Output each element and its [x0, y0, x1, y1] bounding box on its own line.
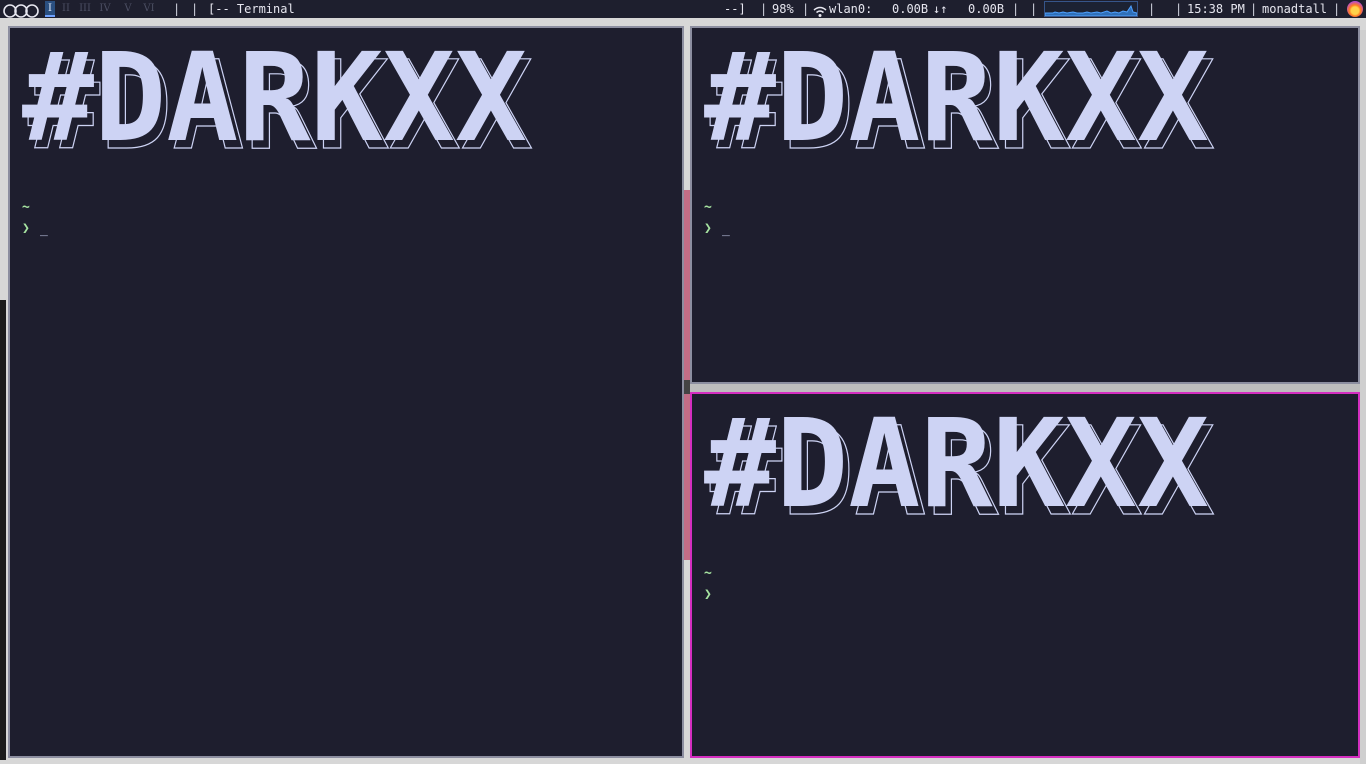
ascii-banner-art: #DARKXX #DARKXX	[704, 406, 1216, 536]
terminal-window-top-right[interactable]: #DARKXX #DARKXX ~ ❯ _	[690, 26, 1360, 384]
separator: |	[191, 2, 199, 16]
network-interface: wlan0:	[829, 2, 873, 16]
prompt-symbol: ❯	[22, 221, 30, 236]
network-up: 0.00B	[968, 2, 1005, 16]
workspace-6[interactable]: VI	[142, 1, 156, 17]
workspace-2[interactable]: II	[61, 1, 71, 17]
separator: |	[1012, 2, 1020, 16]
ascii-banner-art: #DARKXX #DARKXX	[22, 40, 534, 170]
workspace-5[interactable]: V	[122, 1, 134, 17]
separator: |	[1333, 2, 1341, 16]
wallpaper	[0, 300, 6, 760]
ascii-banner-art: #DARKXX #DARKXX	[704, 40, 1216, 170]
separator: |	[173, 2, 181, 16]
text-cursor[interactable]: _	[722, 222, 730, 237]
flame-icon[interactable]	[1347, 1, 1363, 17]
wallpaper	[1360, 30, 1366, 764]
terminal-window-bottom-right[interactable]: #DARKXX #DARKXX ~ ❯	[690, 392, 1360, 758]
wifi-icon	[813, 6, 827, 17]
clock: 15:38 PM	[1187, 2, 1245, 16]
terminal-window-main[interactable]: #DARKXX #DARKXX ~ ❯ _	[8, 26, 684, 758]
separator: |	[760, 2, 768, 16]
prompt-directory: ~	[704, 200, 712, 215]
text-cursor[interactable]: _	[40, 222, 48, 237]
net-graph	[1044, 1, 1138, 17]
window-title: [-- Terminal	[208, 2, 295, 16]
workspace-1[interactable]: I	[45, 1, 55, 17]
separator: |	[1030, 2, 1038, 16]
top-bar: I II III IV V VI | | [-- Terminal --] | …	[0, 0, 1366, 18]
network-down: 0.00B	[892, 2, 929, 16]
workspace-4[interactable]: IV	[98, 1, 112, 17]
separator: |	[1175, 2, 1183, 16]
banner-text: #DARKXX	[704, 406, 1209, 535]
banner-text: #DARKXX	[22, 40, 527, 169]
separator: |	[802, 2, 810, 16]
workspace-3[interactable]: III	[78, 1, 92, 17]
window-title-end: --]	[724, 2, 746, 16]
prompt-symbol: ❯	[704, 587, 712, 602]
separator: |	[1148, 2, 1156, 16]
battery-level: 98%	[772, 2, 794, 16]
wallpaper	[690, 384, 1360, 392]
banner-text: #DARKXX	[704, 40, 1209, 169]
prompt-directory: ~	[22, 200, 30, 215]
layout-name[interactable]: monadtall	[1262, 0, 1327, 18]
net-graph-line	[1044, 4, 1138, 17]
separator: |	[1250, 2, 1258, 16]
network-arrows: ↓↑	[933, 2, 948, 16]
prompt-directory: ~	[704, 566, 712, 581]
prompt-symbol: ❯	[704, 221, 712, 236]
qtile-logo-icon[interactable]	[2, 2, 42, 20]
